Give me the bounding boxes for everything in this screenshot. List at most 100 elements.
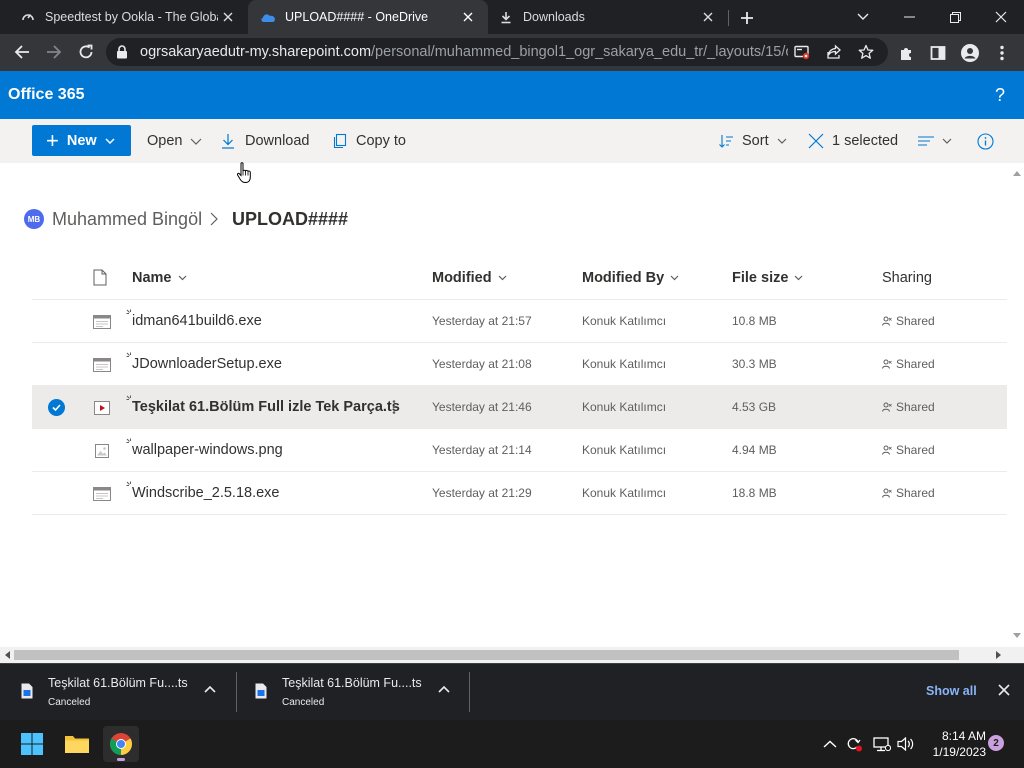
file-name[interactable]: idman641build6.exe	[132, 300, 262, 342]
minimize-button[interactable]	[886, 0, 932, 34]
extensions-icon[interactable]	[896, 43, 916, 63]
command-bar: + New Open Download Copy to Sort 1 selec…	[0, 119, 1024, 163]
column-name[interactable]: Name	[132, 256, 187, 299]
file-sharing[interactable]: Shared	[882, 386, 935, 428]
reload-button[interactable]	[72, 38, 100, 66]
chrome-icon	[110, 733, 132, 755]
office-365-brand[interactable]: Office 365	[8, 71, 84, 119]
row-checkbox-checked[interactable]	[48, 399, 65, 416]
exe-file-icon	[93, 358, 111, 372]
download-item[interactable]: Teşkilat 61.Bölüm Fu....ts Canceled	[0, 664, 236, 720]
tab-search-button[interactable]	[840, 0, 886, 34]
vertical-scrollbar[interactable]	[1011, 163, 1024, 647]
close-tab-icon[interactable]	[698, 7, 718, 27]
bookmark-star-icon[interactable]	[858, 44, 874, 60]
hand-cursor-icon	[236, 162, 251, 184]
sharing-label: Shared	[896, 443, 935, 457]
table-row-selected[interactable]: Teşkilat 61.Bölüm Full izle Tek Parça.ts…	[32, 386, 1007, 429]
file-name[interactable]: Teşkilat 61.Bölüm Full izle Tek Parça.ts	[132, 386, 400, 428]
table-row[interactable]: idman641build6.exe Yesterday at 21:57 Ko…	[32, 300, 1007, 343]
sync-alert-icon[interactable]	[845, 736, 863, 752]
tab-onedrive[interactable]: UPLOAD#### - OneDrive	[248, 0, 488, 34]
new-button[interactable]: + New	[32, 125, 131, 156]
tab-speedtest[interactable]: Speedtest by Ookla - The Global	[0, 0, 248, 34]
show-all-button[interactable]: Show all	[926, 684, 977, 698]
download-button[interactable]: Download	[221, 119, 310, 163]
address-bar[interactable]: ogrsakaryaedutr-my.sharepoint.com/person…	[106, 38, 888, 66]
tab-title: UPLOAD#### - OneDrive	[285, 10, 429, 24]
exe-file-icon	[93, 487, 111, 501]
file-modified: Yesterday at 21:57	[432, 314, 532, 328]
file-sharing[interactable]: Shared	[882, 429, 935, 471]
close-tab-icon[interactable]	[458, 7, 478, 27]
start-button[interactable]	[14, 726, 50, 762]
profile-avatar-icon[interactable]	[960, 43, 980, 63]
cast-blocked-icon[interactable]	[794, 44, 810, 60]
table-row[interactable]: JDownloaderSetup.exe Yesterday at 21:08 …	[32, 343, 1007, 386]
horizontal-scrollbar[interactable]	[0, 647, 1024, 663]
file-type-column[interactable]	[93, 256, 107, 299]
share-icon[interactable]	[826, 44, 842, 60]
close-tab-icon[interactable]	[218, 7, 238, 27]
file-explorer-button[interactable]	[59, 726, 95, 762]
help-icon[interactable]: ?	[990, 85, 1010, 105]
browser-tab-strip: Speedtest by Ookla - The Global UPLOAD##…	[0, 0, 1024, 34]
sort-button[interactable]: Sort	[718, 119, 787, 163]
forward-button[interactable]	[40, 38, 68, 66]
column-file-size[interactable]: File size	[732, 256, 803, 299]
url-path: /personal/muhammed_bingol1_ogr_sakarya_e…	[371, 44, 788, 60]
clear-selection-button[interactable]: 1 selected	[808, 119, 898, 163]
notification-badge[interactable]: 2	[988, 735, 1004, 751]
file-size: 10.8 MB	[732, 314, 777, 328]
open-button[interactable]: Open	[147, 119, 202, 163]
people-icon	[882, 445, 892, 455]
restore-icon	[949, 11, 961, 23]
file-name[interactable]: Windscribe_2.5.18.exe	[132, 472, 280, 514]
info-pane-button[interactable]	[977, 119, 994, 163]
column-sharing[interactable]: Sharing	[882, 256, 932, 299]
network-icon[interactable]	[873, 736, 891, 752]
volume-icon[interactable]	[897, 736, 915, 752]
chrome-taskbar-button[interactable]	[103, 726, 139, 762]
file-sharing[interactable]: Shared	[882, 300, 935, 342]
column-modified[interactable]: Modified	[432, 256, 507, 299]
chrome-menu-icon[interactable]	[992, 43, 1012, 63]
copy-to-label: Copy to	[356, 133, 406, 149]
tab-downloads[interactable]: Downloads	[488, 0, 728, 34]
video-file-icon	[94, 401, 110, 415]
chevron-down-icon	[105, 137, 115, 144]
more-actions-icon[interactable]	[387, 397, 401, 417]
taskbar-clock[interactable]: 8:14 AM 1/19/2023	[920, 728, 986, 760]
lock-icon[interactable]	[116, 45, 128, 64]
avatar: MB	[24, 209, 44, 229]
side-panel-icon[interactable]	[928, 43, 948, 63]
close-window-button[interactable]	[978, 0, 1024, 34]
download-filename: Teşkilat 61.Bölüm Fu....ts	[282, 676, 422, 690]
close-icon[interactable]	[998, 684, 1010, 696]
file-icon	[255, 683, 267, 699]
file-sharing[interactable]: Shared	[882, 343, 935, 385]
people-icon	[882, 402, 892, 412]
chevron-up-icon[interactable]	[821, 736, 839, 752]
table-row[interactable]: Windscribe_2.5.18.exe Yesterday at 21:29…	[32, 472, 1007, 515]
restore-button[interactable]	[932, 0, 978, 34]
breadcrumb-home[interactable]: Muhammed Bingöl	[52, 206, 202, 232]
download-item[interactable]: Teşkilat 61.Bölüm Fu....ts Canceled	[234, 664, 470, 720]
file-name[interactable]: wallpaper-windows.png	[132, 429, 283, 471]
scrollbar-thumb[interactable]	[14, 650, 959, 660]
file-name[interactable]: JDownloaderSetup.exe	[132, 343, 282, 385]
sort-icon	[719, 135, 733, 148]
scroll-right-arrow-icon	[996, 651, 1001, 659]
table-row[interactable]: wallpaper-windows.png Yesterday at 21:14…	[32, 429, 1007, 472]
chevron-up-icon[interactable]	[438, 685, 450, 693]
back-button[interactable]	[8, 38, 36, 66]
column-modified-by[interactable]: Modified By	[582, 256, 679, 299]
column-name-label: Name	[132, 269, 172, 286]
file-sharing[interactable]: Shared	[882, 472, 935, 514]
download-status: Canceled	[48, 697, 91, 708]
copy-to-button[interactable]: Copy to	[332, 119, 406, 163]
new-tab-button[interactable]	[736, 7, 758, 29]
chevron-up-icon[interactable]	[204, 685, 216, 693]
checkmark-icon	[52, 404, 61, 411]
view-options-button[interactable]	[918, 119, 952, 163]
